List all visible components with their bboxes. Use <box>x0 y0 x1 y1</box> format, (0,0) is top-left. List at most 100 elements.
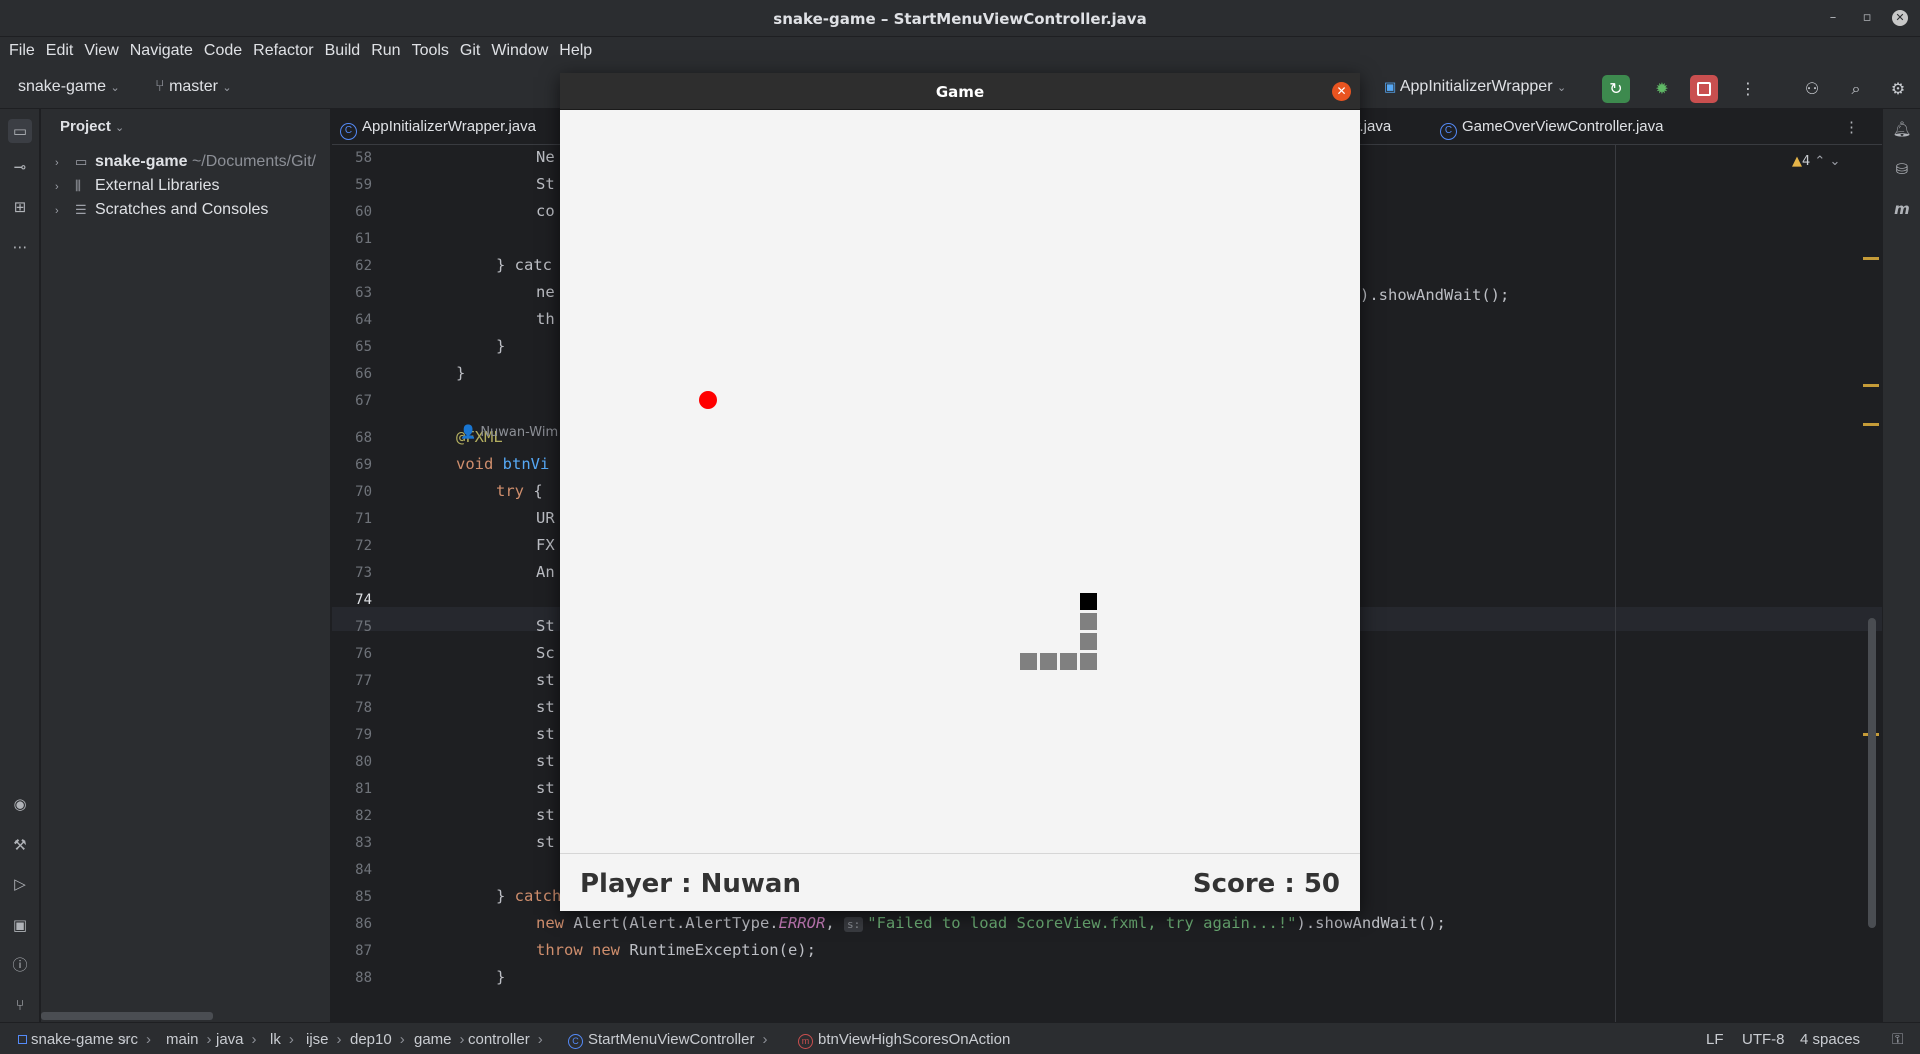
code-punct: , <box>825 914 844 932</box>
warning-marker[interactable] <box>1863 423 1879 426</box>
menu-refactor[interactable]: Refactor <box>251 37 315 65</box>
tree-item-snake-game[interactable]: › ▭ snake-game ~/Documents/Git/ <box>55 153 316 171</box>
database-icon[interactable]: ⛁ <box>1890 157 1914 181</box>
code-token: } <box>456 364 466 382</box>
project-panel-header[interactable]: Project ⌄ <box>60 118 124 135</box>
commit-icon[interactable]: ⊸ <box>8 155 32 179</box>
warnings-indicator[interactable]: ▲4 ⌃ ⌄ <box>1792 154 1840 169</box>
notifications-icon[interactable]: 🔔︎ <box>1890 117 1914 141</box>
chevron-right-icon[interactable]: › <box>55 205 75 217</box>
menu-navigate[interactable]: Navigate <box>128 37 195 65</box>
project-selector[interactable]: snake-game ⌄ <box>18 78 120 96</box>
library-icon: ⫼ <box>75 178 81 193</box>
tab-game-over-view-controller[interactable]: C GameOverViewController.java <box>1440 118 1663 140</box>
branch-selector[interactable]: ⑂ master ⌄ <box>155 78 232 96</box>
git-icon[interactable]: ⑂ <box>8 993 32 1017</box>
menu-build[interactable]: Build <box>323 37 363 65</box>
game-board[interactable] <box>560 110 1360 854</box>
breadcrumb-item[interactable]: lk › <box>270 1031 294 1048</box>
breadcrumb-item[interactable]: C StartMenuViewController › <box>568 1031 767 1049</box>
breadcrumb-item[interactable]: dep10 › <box>350 1031 405 1048</box>
menu-tools[interactable]: Tools <box>410 37 451 65</box>
line-number: 87 <box>355 943 372 959</box>
tree-item-external-libraries[interactable]: › ⫼ External Libraries <box>55 177 220 195</box>
indent-setting[interactable]: 4 spaces <box>1800 1031 1860 1048</box>
stop-icon[interactable] <box>1690 75 1718 103</box>
menu-run[interactable]: Run <box>369 37 402 65</box>
tab-app-initializer-wrapper[interactable]: C AppInitializerWrapper.java <box>340 118 536 140</box>
add-user-icon[interactable]: ⚇ <box>1798 75 1826 103</box>
chevron-right-icon: › <box>762 1031 768 1048</box>
code-line: ne <box>536 283 555 301</box>
snake-segment <box>1079 632 1098 651</box>
breadcrumb-item[interactable]: java › <box>216 1031 257 1048</box>
line-number: 60 <box>355 204 372 220</box>
maximize-icon[interactable]: ▫ <box>1858 9 1876 27</box>
more-tools-icon[interactable]: ⋯ <box>8 235 32 259</box>
code-token: Alert(Alert.AlertType. <box>573 914 779 932</box>
minimize-icon[interactable]: – <box>1824 9 1842 27</box>
structure-icon[interactable]: ⊞ <box>8 195 32 219</box>
close-icon[interactable]: ✕ <box>1332 82 1351 101</box>
snake-segment <box>1039 652 1058 671</box>
chevron-right-icon: › <box>251 1031 257 1048</box>
run-icon[interactable]: ▷ <box>8 872 32 896</box>
code-token: st <box>536 833 555 851</box>
close-window-icon[interactable]: ✕ <box>1892 10 1908 26</box>
breadcrumb-item[interactable]: m btnViewHighScoresOnAction <box>798 1031 1010 1049</box>
breadcrumb-label: btnViewHighScoresOnAction <box>818 1031 1011 1048</box>
author-hint[interactable]: 👤 Nuwan-Wim <box>460 425 558 440</box>
more-icon[interactable]: ⋮ <box>1734 75 1762 103</box>
breadcrumb-item[interactable]: src › <box>118 1031 151 1048</box>
menu-help[interactable]: Help <box>557 37 594 65</box>
breadcrumb-item[interactable]: controller › <box>468 1031 543 1048</box>
chevron-up-icon[interactable]: ⌃ <box>1814 154 1825 169</box>
snake-segment <box>1079 612 1098 631</box>
services-icon[interactable]: ◉ <box>8 792 32 816</box>
chevron-down-icon[interactable]: ⌄ <box>1829 154 1840 169</box>
lock-icon[interactable]: ⚿ <box>1892 1031 1903 1048</box>
player-label: Player : Nuwan <box>580 869 801 899</box>
breadcrumb-item[interactable]: ijse › <box>306 1031 342 1048</box>
line-ending[interactable]: LF <box>1706 1031 1724 1048</box>
breadcrumb-item[interactable]: snake-game › <box>18 1031 127 1048</box>
settings-icon[interactable]: ⚙ <box>1884 75 1912 103</box>
chevron-right-icon[interactable]: › <box>55 157 75 169</box>
menu-code[interactable]: Code <box>202 37 244 65</box>
problems-icon[interactable]: ⓘ <box>8 953 32 977</box>
warning-marker[interactable] <box>1863 257 1879 260</box>
debug-icon[interactable]: ✹ <box>1648 75 1676 103</box>
breadcrumb-item[interactable]: main › <box>166 1031 212 1048</box>
snake-segment <box>1059 652 1078 671</box>
build-icon[interactable]: ⚒ <box>8 833 32 857</box>
chevron-right-icon[interactable]: › <box>55 181 75 193</box>
game-title-bar: Game ✕ <box>560 73 1360 110</box>
menu-window[interactable]: Window <box>489 37 550 65</box>
run-config-selector[interactable]: ▣ AppInitializerWrapper ⌄ <box>1384 78 1566 96</box>
code-token: ne <box>536 283 555 301</box>
warning-count: 4 <box>1802 154 1811 169</box>
search-icon[interactable]: ⌕ <box>1842 75 1870 103</box>
project-header-label: Project <box>60 118 111 135</box>
menu-git[interactable]: Git <box>458 37 482 65</box>
horizontal-scrollbar[interactable] <box>41 1012 213 1020</box>
tree-item-scratches[interactable]: › ☰ Scratches and Consoles <box>55 201 268 219</box>
game-window-title: Game <box>935 83 985 101</box>
project-folder-icon[interactable]: ▭ <box>8 119 32 143</box>
maven-icon[interactable]: m <box>1890 197 1914 221</box>
module-folder-icon: ▭ <box>75 154 88 169</box>
rerun-icon[interactable]: ↻ <box>1602 75 1630 103</box>
breadcrumb-label: ijse <box>306 1031 329 1048</box>
menu-view[interactable]: View <box>82 37 120 65</box>
warning-marker[interactable] <box>1863 384 1879 387</box>
line-number: 70 <box>355 484 372 500</box>
file-encoding[interactable]: UTF-8 <box>1742 1031 1785 1048</box>
tabs-more-icon[interactable]: ⋮ <box>1844 118 1859 136</box>
menu-edit[interactable]: Edit <box>44 37 76 65</box>
left-tool-strip: ▭ ⊸ ⊞ ⋯ ◉ ⚒ ▷ ▣ ⓘ ⑂ <box>0 109 40 1022</box>
menu-file[interactable]: File <box>7 37 37 65</box>
line-number: 81 <box>355 781 372 797</box>
terminal-icon[interactable]: ▣ <box>8 913 32 937</box>
vertical-scrollbar[interactable] <box>1868 618 1876 928</box>
breadcrumb-item[interactable]: game › <box>414 1031 465 1048</box>
